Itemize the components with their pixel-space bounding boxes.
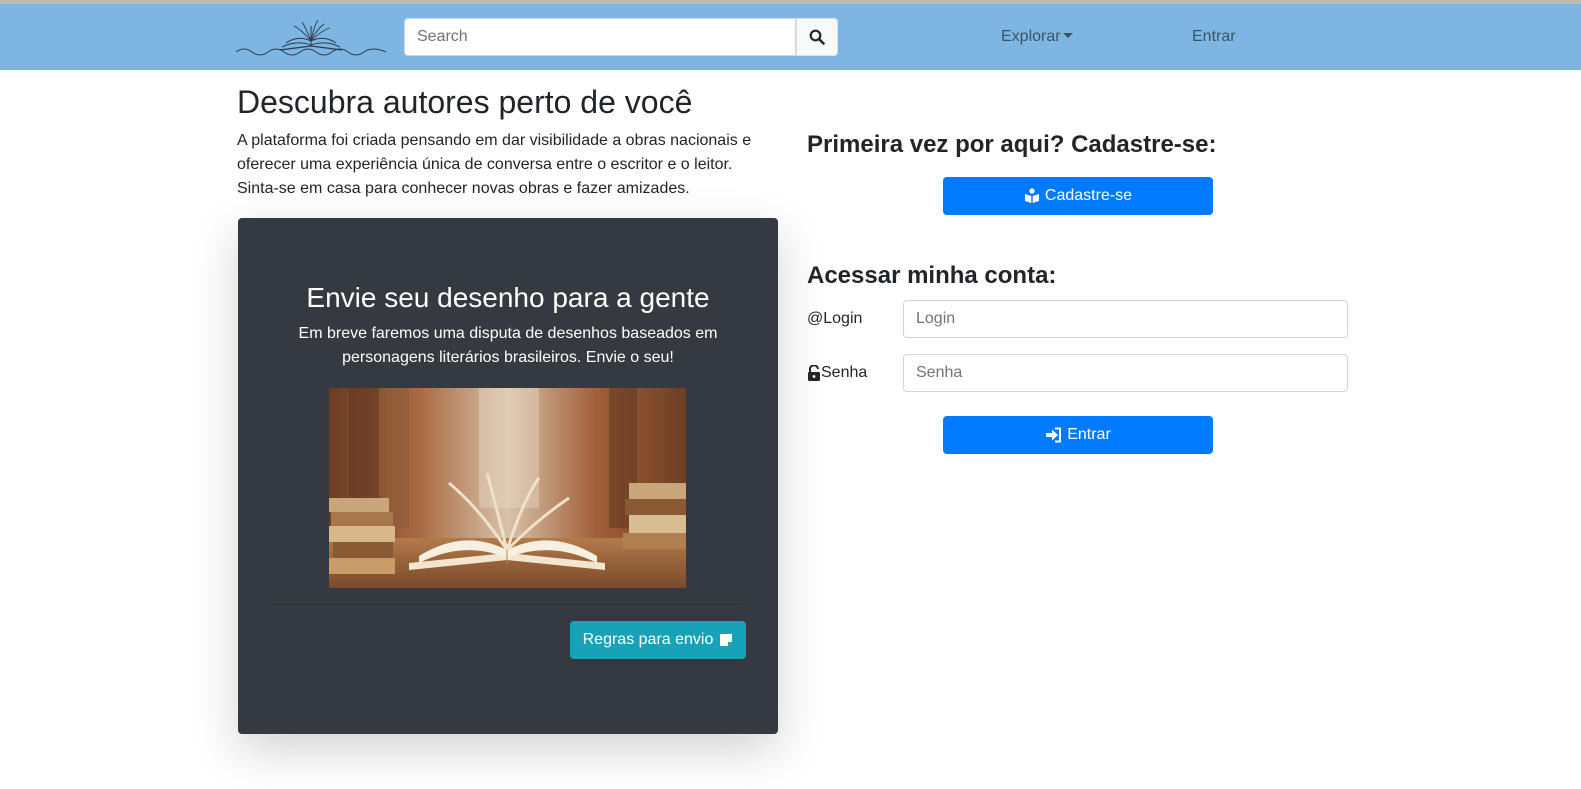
explorar-label: Explorar [1001,28,1061,45]
page-title: Descubra autores perto de você [237,84,693,120]
card-divider [272,604,742,605]
sign-in-icon [1046,427,1062,443]
chevron-down-icon [1062,33,1073,38]
signup-heading: Primeira vez por aqui? Cadastre-se: [807,131,1217,158]
unlock-icon [808,365,820,381]
rules-button-label: Regras para envio [582,631,714,648]
senha-input[interactable] [903,354,1348,392]
search-icon [809,29,825,45]
rules-button[interactable]: Regras para envio [570,621,746,659]
nav-entrar-link[interactable]: Entrar [1192,28,1236,46]
search-input[interactable] [404,18,796,56]
book-logo[interactable] [236,16,386,60]
signup-button-label: Cadastre-se [1044,187,1133,204]
access-heading: Acessar minha conta: [807,262,1057,289]
card-title: Envie seu desenho para a gente [306,282,710,313]
senha-label: Senha [821,364,868,381]
hero-description: A plataforma foi criada pensando em dar … [237,132,752,197]
explorar-dropdown[interactable]: Explorar [1001,28,1073,46]
signup-button[interactable]: Cadastre-se [943,177,1213,215]
book-reader-icon [1024,188,1039,203]
login-input[interactable] [903,300,1348,338]
entrar-button[interactable]: Entrar [943,416,1213,454]
senha-label-group: Senha [807,364,867,382]
open-book-library-image [329,388,686,588]
card-text: Em breve faremos uma disputa de desenhos… [298,325,718,366]
login-label: @Login [807,310,863,327]
search-button[interactable] [796,18,838,56]
entrar-button-label: Entrar [1067,426,1111,443]
navbar: Explorar Entrar [0,4,1581,70]
sticky-note-icon [720,634,733,646]
drawing-contest-card: Envie seu desenho para a gente Em breve … [238,218,778,734]
